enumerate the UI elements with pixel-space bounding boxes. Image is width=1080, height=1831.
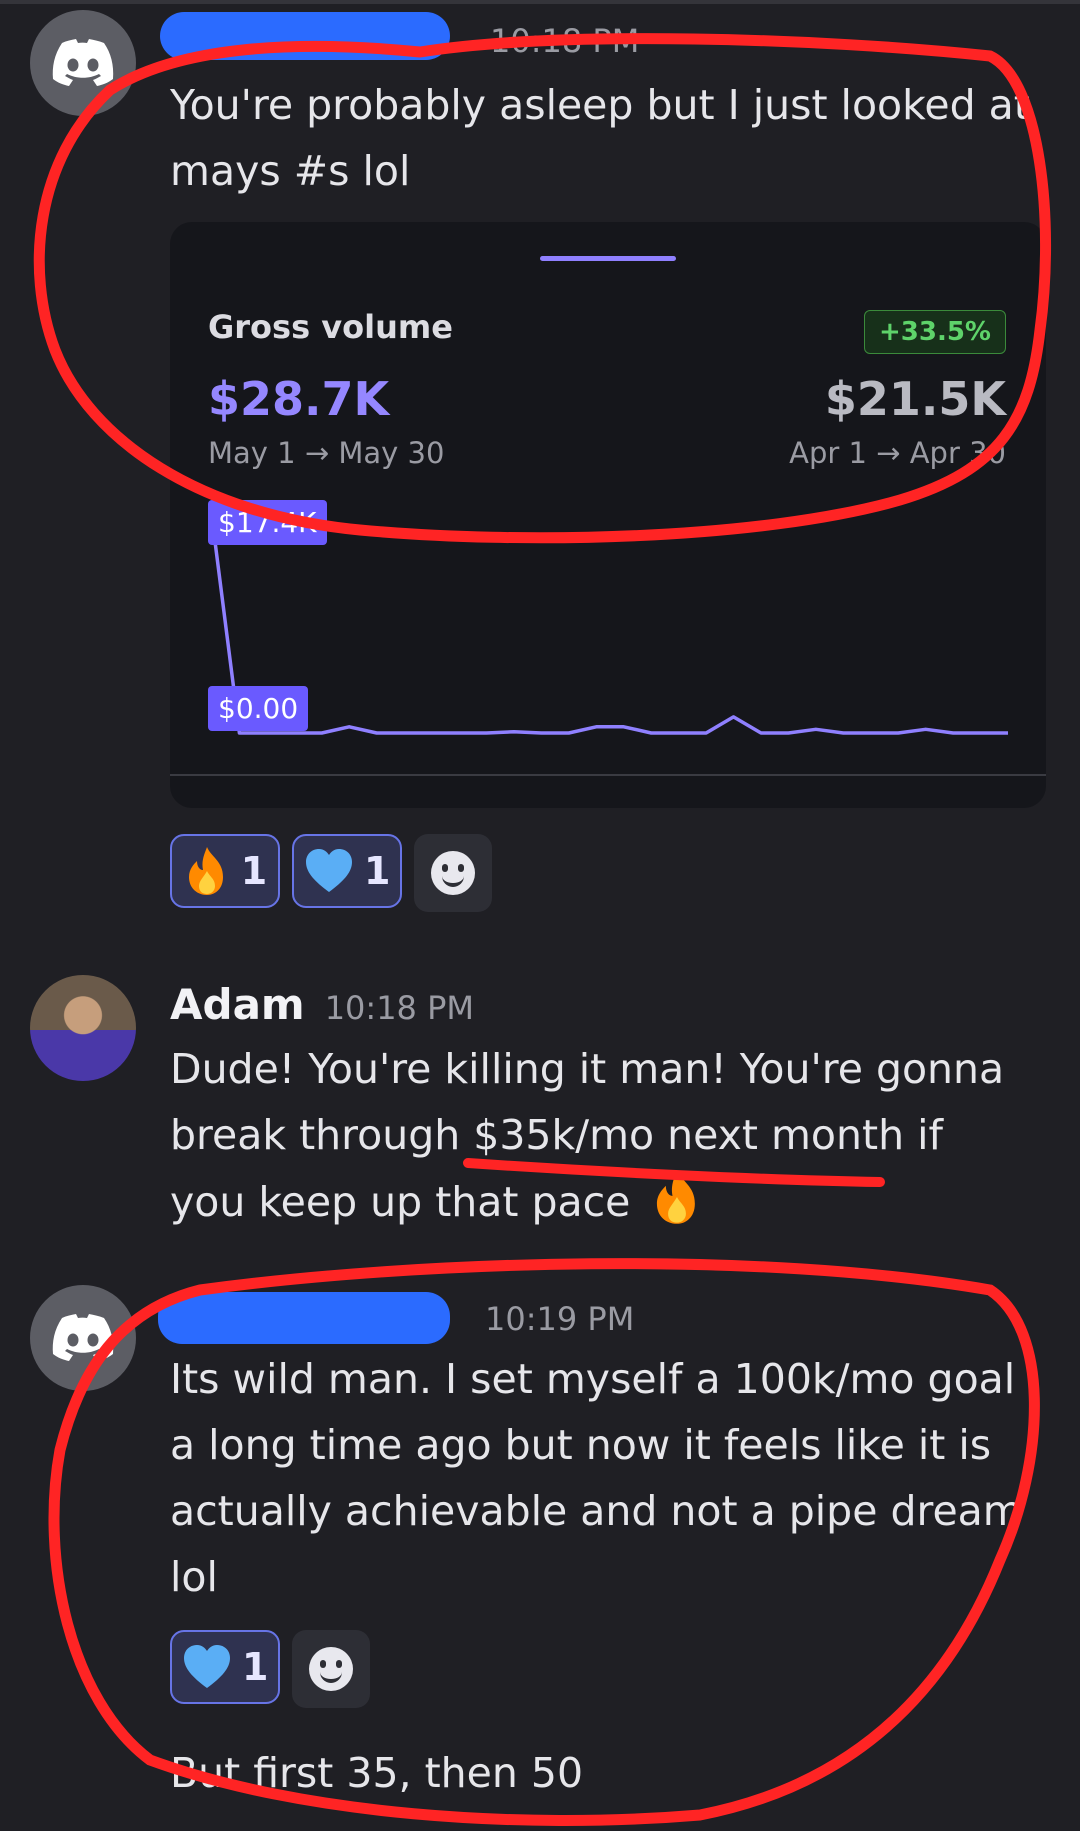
reaction-bar: 1 [170, 1630, 371, 1708]
message-header: Adam 10:18 PM [170, 980, 474, 1029]
followup-message-text: But first 35, then 50 [170, 1749, 584, 1797]
discord-icon [52, 1314, 114, 1361]
smiley-icon [309, 1647, 354, 1691]
blue-heart-icon [184, 1645, 230, 1688]
reaction-count: 1 [364, 849, 391, 893]
timestamp: 10:18 PM [490, 22, 640, 60]
reaction-count: 1 [240, 849, 268, 893]
blue-heart-icon [306, 849, 352, 892]
message-text: You're probably asleep but I just looked… [170, 81, 1030, 195]
chart-baseline [170, 774, 1046, 776]
y-axis-bottom-label: $0.00 [208, 686, 309, 731]
series-line [210, 517, 1008, 735]
fire-icon [188, 847, 223, 895]
timestamp: 10:18 PM [324, 989, 474, 1027]
reaction-heart[interactable]: 1 [170, 1630, 281, 1704]
timestamp: 10:19 PM [485, 1300, 635, 1338]
add-reaction-button[interactable] [414, 834, 493, 912]
author-name[interactable]: Adam [170, 980, 305, 1029]
discord-icon [52, 39, 114, 86]
top-divider [0, 0, 1080, 4]
discord-avatar[interactable] [30, 10, 136, 116]
highlighted-phrase: $35k/mo next month [473, 1111, 905, 1159]
message-header: 10:19 PM [170, 1300, 634, 1338]
adam-avatar[interactable] [30, 975, 136, 1081]
reaction-fire[interactable]: 1 [170, 834, 280, 908]
y-axis-top-label: $17.4K [208, 500, 327, 545]
smiley-icon [431, 851, 476, 895]
message-text: Dude! You're killing it man! You're gonn… [170, 1036, 1030, 1235]
fire-icon [657, 1170, 696, 1224]
discord-avatar[interactable] [30, 1285, 136, 1391]
gross-volume-card[interactable]: Gross volume +33.5% $28.7K $21.5K May 1 … [170, 222, 1046, 808]
message-header: 10:18 PM [170, 22, 639, 60]
add-reaction-button[interactable] [292, 1630, 371, 1708]
reaction-bar: 1 1 [170, 834, 493, 912]
reaction-heart[interactable]: 1 [292, 834, 403, 908]
message-text: Its wild man. I set myself a 100k/mo goa… [170, 1355, 1023, 1601]
reaction-count: 1 [242, 1645, 269, 1689]
